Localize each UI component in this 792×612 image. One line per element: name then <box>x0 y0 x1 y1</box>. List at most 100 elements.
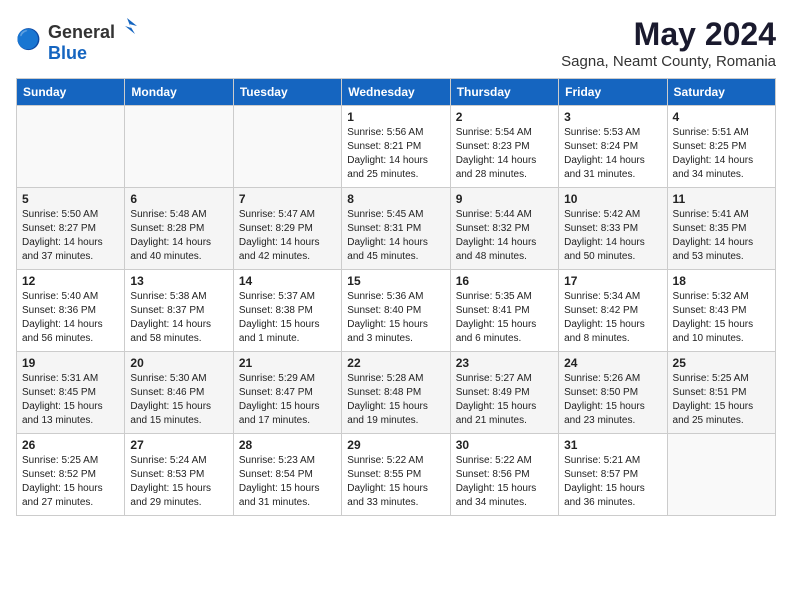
calendar-cell <box>125 106 233 188</box>
calendar-header: Sunday Monday Tuesday Wednesday Thursday… <box>17 79 776 106</box>
col-thursday: Thursday <box>450 79 558 106</box>
day-info: Sunrise: 5:44 AM Sunset: 8:32 PM Dayligh… <box>456 208 553 264</box>
day-number: 3 <box>564 110 661 124</box>
day-info: Sunrise: 5:31 AM Sunset: 8:45 PM Dayligh… <box>22 372 119 428</box>
calendar-cell: 6Sunrise: 5:48 AM Sunset: 8:28 PM Daylig… <box>125 188 233 270</box>
calendar-cell: 7Sunrise: 5:47 AM Sunset: 8:29 PM Daylig… <box>233 188 341 270</box>
calendar-cell <box>233 106 341 188</box>
day-number: 12 <box>22 274 119 288</box>
day-info: Sunrise: 5:32 AM Sunset: 8:43 PM Dayligh… <box>673 290 770 346</box>
day-number: 24 <box>564 356 661 370</box>
page-header: 🔵 General Blue May 2024 Sagna, Neamt Cou… <box>16 16 776 70</box>
col-tuesday: Tuesday <box>233 79 341 106</box>
calendar-cell: 22Sunrise: 5:28 AM Sunset: 8:48 PM Dayli… <box>342 352 450 434</box>
calendar-cell: 28 Sunrise: 5:23 AM Sunset: 8:54 PM Dayli… <box>233 434 341 516</box>
header-row: Sunday Monday Tuesday Wednesday Thursday… <box>17 79 776 106</box>
location-title: Sagna, Neamt County, Romania <box>561 53 776 70</box>
calendar-cell: 8 Sunrise: 5:45 AM Sunset: 8:31 PM Daylig… <box>342 188 450 270</box>
day-info: Sunrise: 5:42 AM Sunset: 8:33 PM Dayligh… <box>564 208 661 264</box>
col-wednesday: Wednesday <box>342 79 450 106</box>
week-row-3: 12 Sunrise: 5:40 AM Sunset: 8:36 PM Dayli… <box>17 270 776 352</box>
calendar-cell: 13Sunrise: 5:38 AM Sunset: 8:37 PM Dayli… <box>125 270 233 352</box>
day-info: Sunrise: 5:24 AM Sunset: 8:53 PM Dayligh… <box>130 454 227 510</box>
day-info: Sunrise: 5:48 AM Sunset: 8:28 PM Dayligh… <box>130 208 227 264</box>
day-number: 15 <box>347 274 444 288</box>
calendar-cell: 30Sunrise: 5:22 AM Sunset: 8:56 PM Dayli… <box>450 434 558 516</box>
day-number: 18 <box>673 274 770 288</box>
calendar-body: 1Sunrise: 5:56 AM Sunset: 8:21 PM Daylig… <box>17 106 776 516</box>
day-number: 4 <box>673 110 770 124</box>
day-number: 5 <box>22 192 119 206</box>
calendar-cell: 4 Sunrise: 5:51 AM Sunset: 8:25 PM Daylig… <box>667 106 775 188</box>
week-row-5: 26Sunrise: 5:25 AM Sunset: 8:52 PM Dayli… <box>17 434 776 516</box>
day-info: Sunrise: 5:40 AM Sunset: 8:36 PM Dayligh… <box>22 290 119 346</box>
col-monday: Monday <box>125 79 233 106</box>
calendar-cell: 20 Sunrise: 5:30 AM Sunset: 8:46 PM Dayli… <box>125 352 233 434</box>
logo-text: General Blue <box>48 16 137 64</box>
day-info: Sunrise: 5:26 AM Sunset: 8:50 PM Dayligh… <box>564 372 661 428</box>
day-info: Sunrise: 5:29 AM Sunset: 8:47 PM Dayligh… <box>239 372 336 428</box>
day-number: 16 <box>456 274 553 288</box>
day-number: 27 <box>130 438 227 452</box>
day-info: Sunrise: 5:25 AM Sunset: 8:51 PM Dayligh… <box>673 372 770 428</box>
calendar-cell: 18 Sunrise: 5:32 AM Sunset: 8:43 PM Dayli… <box>667 270 775 352</box>
day-info: Sunrise: 5:38 AM Sunset: 8:37 PM Dayligh… <box>130 290 227 346</box>
title-block: May 2024 Sagna, Neamt County, Romania <box>561 16 776 70</box>
day-info: Sunrise: 5:51 AM Sunset: 8:25 PM Dayligh… <box>673 126 770 182</box>
calendar-cell: 21 Sunrise: 5:29 AM Sunset: 8:47 PM Dayli… <box>233 352 341 434</box>
day-info: Sunrise: 5:41 AM Sunset: 8:35 PM Dayligh… <box>673 208 770 264</box>
day-number: 9 <box>456 192 553 206</box>
day-info: Sunrise: 5:30 AM Sunset: 8:46 PM Dayligh… <box>130 372 227 428</box>
day-info: Sunrise: 5:34 AM Sunset: 8:42 PM Dayligh… <box>564 290 661 346</box>
day-number: 21 <box>239 356 336 370</box>
calendar-cell: 9 Sunrise: 5:44 AM Sunset: 8:32 PM Daylig… <box>450 188 558 270</box>
day-number: 14 <box>239 274 336 288</box>
calendar-cell: 10Sunrise: 5:42 AM Sunset: 8:33 PM Dayli… <box>559 188 667 270</box>
day-number: 28 <box>239 438 336 452</box>
day-number: 7 <box>239 192 336 206</box>
calendar-cell: 16 Sunrise: 5:35 AM Sunset: 8:41 PM Dayli… <box>450 270 558 352</box>
day-info: Sunrise: 5:54 AM Sunset: 8:23 PM Dayligh… <box>456 126 553 182</box>
col-friday: Friday <box>559 79 667 106</box>
day-number: 26 <box>22 438 119 452</box>
calendar-cell: 12 Sunrise: 5:40 AM Sunset: 8:36 PM Dayli… <box>17 270 125 352</box>
day-info: Sunrise: 5:35 AM Sunset: 8:41 PM Dayligh… <box>456 290 553 346</box>
week-row-4: 19 Sunrise: 5:31 AM Sunset: 8:45 PM Dayli… <box>17 352 776 434</box>
day-number: 31 <box>564 438 661 452</box>
day-info: Sunrise: 5:50 AM Sunset: 8:27 PM Dayligh… <box>22 208 119 264</box>
day-number: 30 <box>456 438 553 452</box>
calendar-cell: 29Sunrise: 5:22 AM Sunset: 8:55 PM Dayli… <box>342 434 450 516</box>
calendar-cell: 2Sunrise: 5:54 AM Sunset: 8:23 PM Daylig… <box>450 106 558 188</box>
calendar-cell: 5 Sunrise: 5:50 AM Sunset: 8:27 PM Daylig… <box>17 188 125 270</box>
calendar-cell: 14Sunrise: 5:37 AM Sunset: 8:38 PM Dayli… <box>233 270 341 352</box>
day-info: Sunrise: 5:21 AM Sunset: 8:57 PM Dayligh… <box>564 454 661 510</box>
day-info: Sunrise: 5:36 AM Sunset: 8:40 PM Dayligh… <box>347 290 444 346</box>
calendar-cell <box>667 434 775 516</box>
calendar-cell: 25Sunrise: 5:25 AM Sunset: 8:51 PM Dayli… <box>667 352 775 434</box>
col-sunday: Sunday <box>17 79 125 106</box>
logo-bird-icon <box>117 16 137 38</box>
calendar-cell: 17 Sunrise: 5:34 AM Sunset: 8:42 PM Dayli… <box>559 270 667 352</box>
logo-general: General <box>48 22 115 43</box>
logo-blue: Blue <box>48 43 87 63</box>
svg-text:🔵: 🔵 <box>16 27 41 51</box>
calendar-cell: 1Sunrise: 5:56 AM Sunset: 8:21 PM Daylig… <box>342 106 450 188</box>
day-number: 20 <box>130 356 227 370</box>
week-row-2: 5 Sunrise: 5:50 AM Sunset: 8:27 PM Daylig… <box>17 188 776 270</box>
calendar-table: Sunday Monday Tuesday Wednesday Thursday… <box>16 78 776 516</box>
calendar-cell: 3Sunrise: 5:53 AM Sunset: 8:24 PM Daylig… <box>559 106 667 188</box>
day-info: Sunrise: 5:23 AM Sunset: 8:54 PM Dayligh… <box>239 454 336 510</box>
day-info: Sunrise: 5:45 AM Sunset: 8:31 PM Dayligh… <box>347 208 444 264</box>
month-title: May 2024 <box>561 16 776 53</box>
day-number: 19 <box>22 356 119 370</box>
calendar-cell: 31 Sunrise: 5:21 AM Sunset: 8:57 PM Dayli… <box>559 434 667 516</box>
calendar-cell: 23Sunrise: 5:27 AM Sunset: 8:49 PM Dayli… <box>450 352 558 434</box>
logo-icon: 🔵 <box>16 26 44 54</box>
day-number: 22 <box>347 356 444 370</box>
calendar-cell: 24 Sunrise: 5:26 AM Sunset: 8:50 PM Dayli… <box>559 352 667 434</box>
day-number: 17 <box>564 274 661 288</box>
day-info: Sunrise: 5:27 AM Sunset: 8:49 PM Dayligh… <box>456 372 553 428</box>
day-info: Sunrise: 5:22 AM Sunset: 8:55 PM Dayligh… <box>347 454 444 510</box>
day-number: 8 <box>347 192 444 206</box>
calendar-cell: 15 Sunrise: 5:36 AM Sunset: 8:40 PM Dayli… <box>342 270 450 352</box>
